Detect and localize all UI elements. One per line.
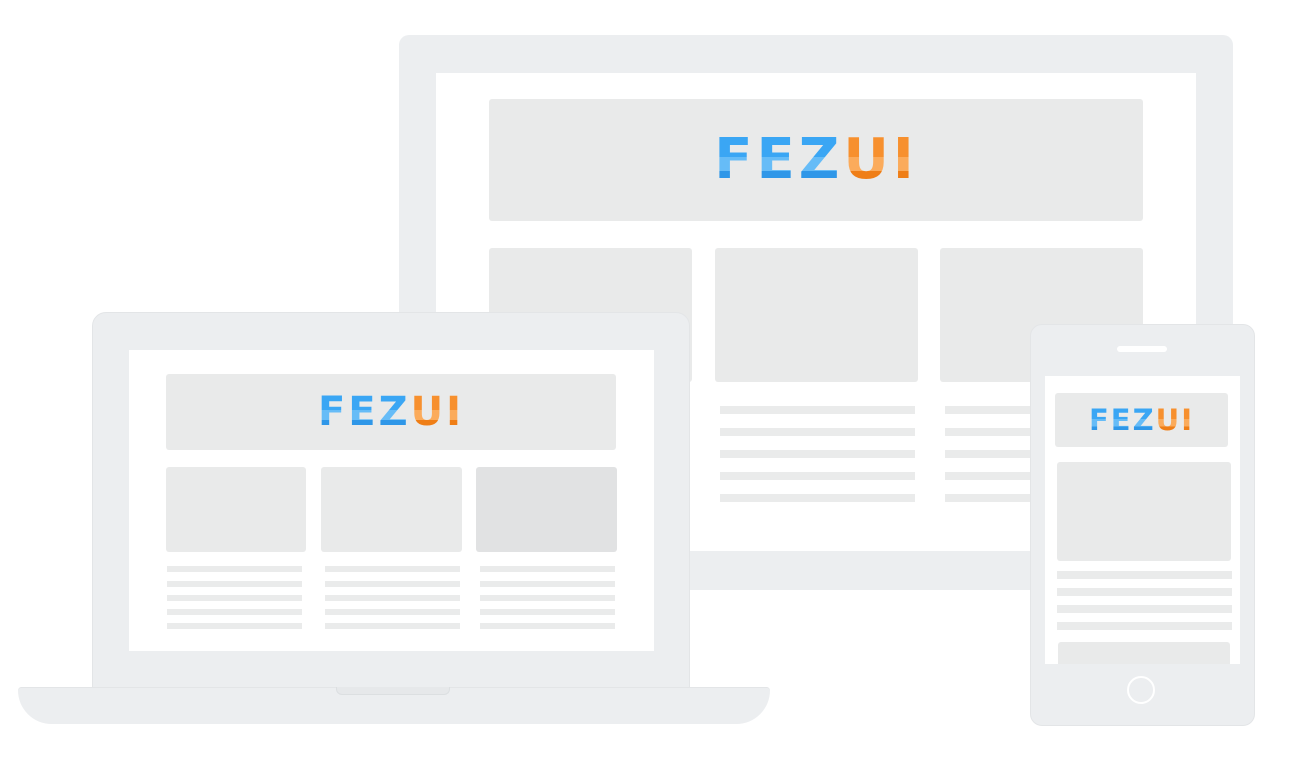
laptop-text-line	[480, 581, 615, 587]
logo-text-fez: FEZ	[317, 389, 411, 435]
laptop-header-banner: FEZ UI	[166, 374, 616, 450]
phone-speaker	[1117, 346, 1167, 352]
logo-text-ui: UI	[843, 127, 918, 192]
monitor-text-line	[720, 450, 915, 458]
laptop-text-line	[480, 609, 615, 615]
laptop-text-line	[480, 595, 615, 601]
phone-screen: FEZ UI	[1045, 376, 1240, 664]
laptop-text-line	[167, 623, 302, 629]
laptop-card-2	[321, 467, 462, 552]
phone-footer-block	[1058, 642, 1230, 664]
laptop-text-line	[167, 566, 302, 572]
phone-card	[1057, 462, 1231, 561]
monitor-text-line	[720, 406, 915, 414]
phone-text-line	[1057, 605, 1232, 613]
laptop-text-line	[480, 623, 615, 629]
phone-text-line	[1057, 588, 1232, 596]
laptop-card-3	[476, 467, 617, 552]
monitor-header-banner: FEZ UI	[489, 99, 1143, 221]
monitor-text-line	[720, 472, 915, 480]
laptop-screen: FEZ UI	[129, 350, 654, 651]
logo-text-ui: UI	[1155, 402, 1194, 437]
laptop-text-line	[325, 623, 460, 629]
phone-home-button[interactable]	[1127, 676, 1155, 704]
laptop-text-line	[167, 581, 302, 587]
logo-text-fez: FEZ	[714, 127, 844, 192]
laptop-text-line	[325, 566, 460, 572]
logo-text-ui: UI	[410, 389, 465, 435]
laptop-card-1	[166, 467, 306, 552]
laptop-trackpad-notch	[336, 687, 450, 695]
monitor-text-line	[720, 494, 915, 502]
monitor-card-2	[715, 248, 918, 382]
phone-text-line	[1057, 571, 1232, 579]
laptop-text-line	[325, 595, 460, 601]
phone-header-banner: FEZ UI	[1055, 393, 1228, 447]
laptop-text-line	[167, 595, 302, 601]
laptop-text-line	[325, 581, 460, 587]
laptop-text-line	[167, 609, 302, 615]
laptop-text-line	[480, 566, 615, 572]
monitor-text-line	[720, 428, 915, 436]
smartphone: FEZ UI	[1030, 324, 1255, 726]
laptop-text-line	[325, 609, 460, 615]
logo-text-fez: FEZ	[1089, 402, 1156, 437]
phone-text-line	[1057, 622, 1232, 630]
laptop-lid: FEZ UI	[92, 312, 690, 690]
